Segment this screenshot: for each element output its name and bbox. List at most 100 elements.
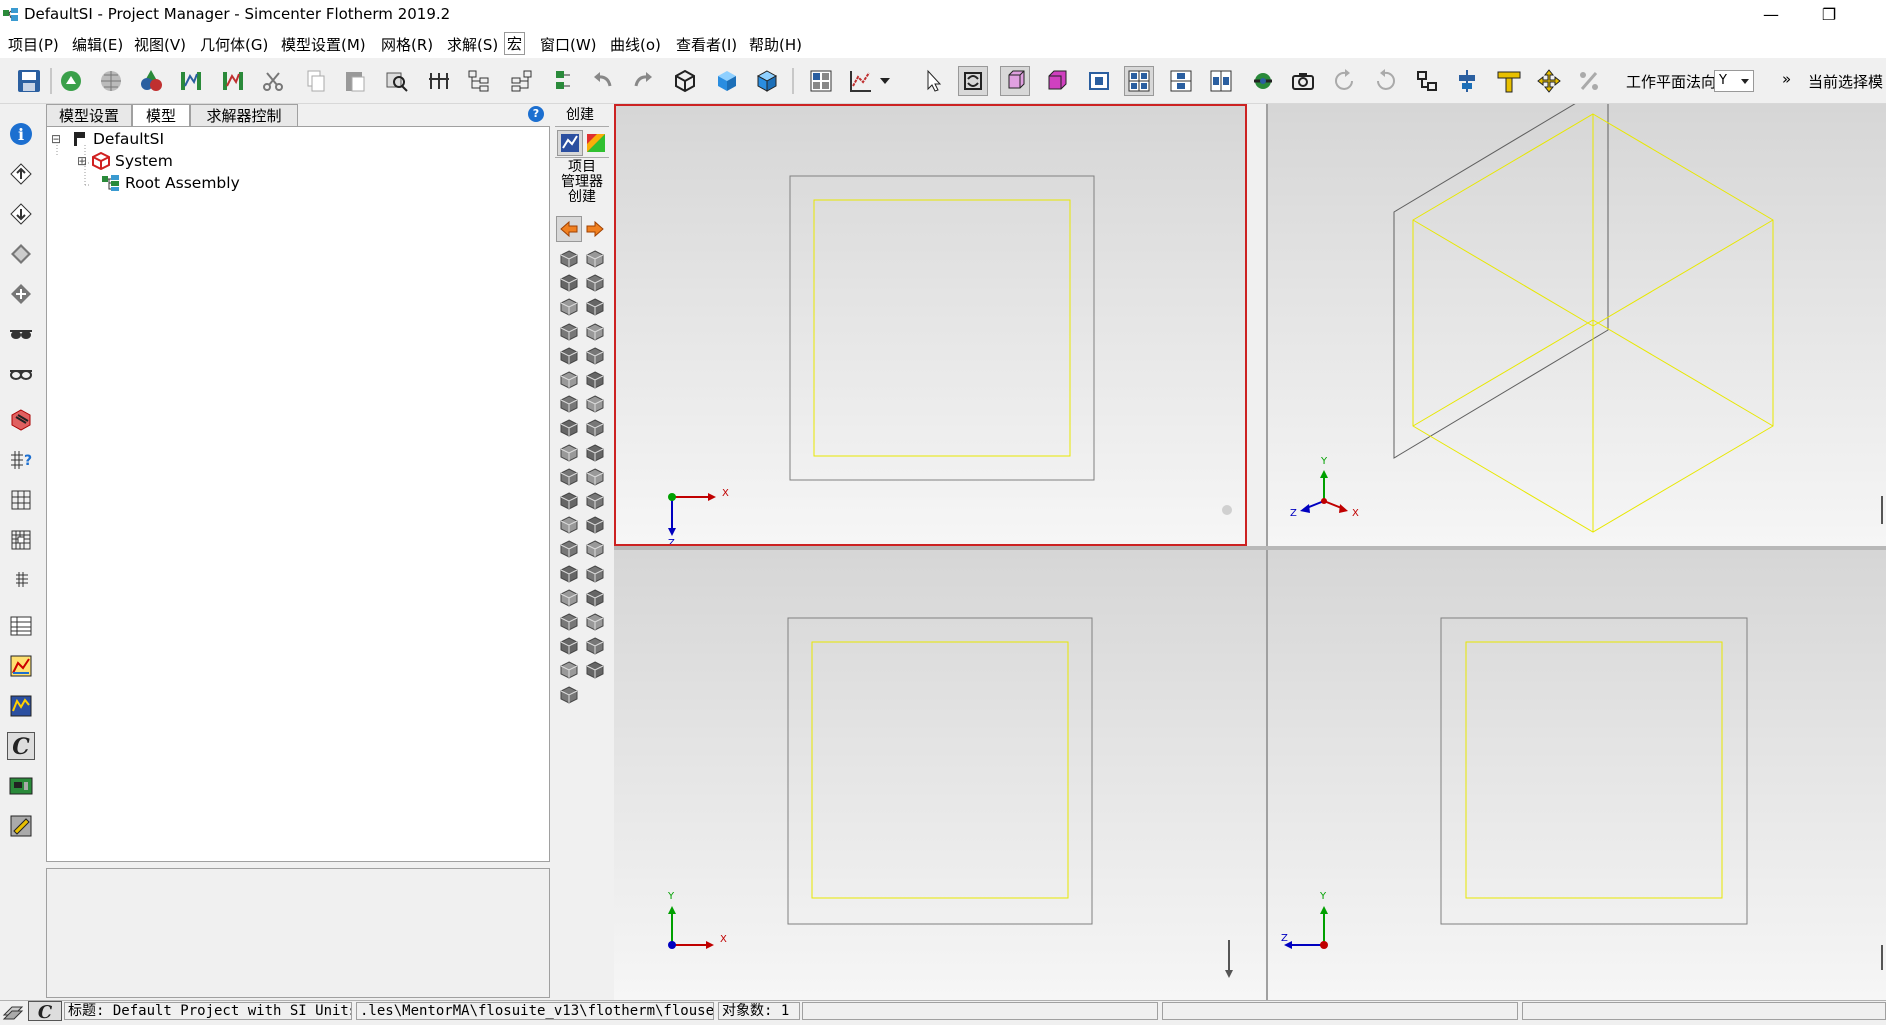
- undo-icon[interactable]: [588, 66, 618, 96]
- move-up-icon[interactable]: [7, 160, 35, 188]
- menu-model-setup[interactable]: 模型设置(M): [281, 34, 366, 55]
- tree-item-root-assembly[interactable]: Root Assembly: [101, 172, 240, 194]
- magenta-box-icon[interactable]: [1042, 66, 1072, 96]
- menu-project[interactable]: 项目(P): [8, 34, 59, 55]
- box-view-icon[interactable]: [1000, 66, 1030, 96]
- thermostat-icon[interactable]: [582, 464, 608, 490]
- menu-viewer[interactable]: 查看者(I): [676, 34, 737, 55]
- chart-compare-alt-icon[interactable]: [218, 66, 248, 96]
- split-vertical-icon[interactable]: [1206, 66, 1236, 96]
- menu-solve[interactable]: 求解(S): [447, 34, 498, 55]
- layout-grid-icon[interactable]: [806, 66, 836, 96]
- tree-item-defaultsi[interactable]: ⊟ DefaultSI: [51, 128, 164, 150]
- assembly-icon[interactable]: [582, 294, 608, 320]
- camera-icon[interactable]: [1288, 66, 1318, 96]
- slice-icon[interactable]: [582, 657, 608, 683]
- volume-icon[interactable]: [582, 512, 608, 538]
- diamond-flat-icon[interactable]: [7, 240, 35, 268]
- cable-icon[interactable]: [556, 609, 582, 635]
- block-dark-icon[interactable]: [556, 319, 582, 345]
- viewport-top-right[interactable]: Y Z X: [1268, 104, 1886, 546]
- profile-chart-icon[interactable]: [7, 652, 35, 680]
- paste-icon[interactable]: [340, 66, 370, 96]
- quad-view-icon[interactable]: [1124, 66, 1154, 96]
- rotate-view-icon[interactable]: [958, 66, 988, 96]
- view-visual-icon[interactable]: [583, 130, 609, 156]
- square-diamond-icon[interactable]: [582, 488, 608, 514]
- menu-help[interactable]: 帮助(H): [749, 34, 802, 55]
- menu-geometry[interactable]: 几何体(G): [200, 34, 268, 55]
- cooler-icon[interactable]: [582, 536, 608, 562]
- collapse-icon[interactable]: ⊟: [51, 132, 65, 146]
- measure-icon[interactable]: [1494, 66, 1524, 96]
- heat-pipe-icon[interactable]: [556, 536, 582, 562]
- viewport-bottom-left[interactable]: Y X: [614, 550, 1266, 1000]
- tree-expand-icon[interactable]: [506, 66, 536, 96]
- redo-icon[interactable]: [628, 66, 658, 96]
- mesh-sphere-icon[interactable]: [96, 66, 126, 96]
- find-icon[interactable]: [382, 66, 412, 96]
- cut-icon[interactable]: [258, 66, 288, 96]
- mesh-small-icon[interactable]: [7, 566, 35, 594]
- blower-icon[interactable]: [556, 464, 582, 490]
- red-cube-icon[interactable]: [7, 406, 35, 434]
- viewport-top-left[interactable]: X Z: [614, 104, 1247, 546]
- monitor-point-icon[interactable]: [582, 561, 608, 587]
- tec-icon[interactable]: [556, 657, 582, 683]
- move-icon[interactable]: [1534, 66, 1564, 96]
- circuit-board-icon[interactable]: [7, 772, 35, 800]
- chart-dropdown-icon[interactable]: [880, 78, 890, 84]
- fan-icon[interactable]: [556, 415, 582, 441]
- glasses-icon[interactable]: [7, 360, 35, 388]
- fixed-flow-icon[interactable]: [556, 633, 582, 659]
- tab-model[interactable]: 模型: [132, 104, 190, 126]
- heatsink-icon[interactable]: [556, 440, 582, 466]
- workplane-select[interactable]: Y: [1714, 70, 1754, 92]
- image-icon[interactable]: [556, 682, 582, 708]
- menu-edit[interactable]: 编辑(E): [72, 34, 123, 55]
- chart-tool-icon[interactable]: [846, 66, 876, 96]
- rotate-ccw-icon[interactable]: [1330, 66, 1360, 96]
- expand-icon[interactable]: ⊞: [77, 154, 91, 168]
- enclosure-icon[interactable]: [582, 391, 608, 417]
- collapsed-cuboid-icon[interactable]: [582, 633, 608, 659]
- align-center-icon[interactable]: [1452, 66, 1482, 96]
- split-horizontal-icon[interactable]: [1166, 66, 1196, 96]
- menu-view[interactable]: 视图(V): [134, 34, 186, 55]
- object-view-icon[interactable]: [1084, 66, 1114, 96]
- command-center-icon[interactable]: C: [7, 732, 35, 760]
- block-alt-icon[interactable]: [556, 294, 582, 320]
- network-icon[interactable]: [556, 585, 582, 611]
- toolbar-overflow-button[interactable]: »: [1782, 70, 1791, 88]
- flopack-icon[interactable]: [7, 812, 35, 840]
- info-icon[interactable]: i: [7, 120, 35, 148]
- chip-icon[interactable]: [582, 585, 608, 611]
- box-icon[interactable]: [582, 415, 608, 441]
- region-icon[interactable]: [556, 561, 582, 587]
- nav-left-icon[interactable]: [556, 216, 582, 242]
- cutout-icon[interactable]: [582, 367, 608, 393]
- resistance-icon[interactable]: [556, 512, 582, 538]
- mesh-dense-icon[interactable]: [7, 526, 35, 554]
- viewport-divider-horizontal[interactable]: [614, 546, 1886, 550]
- chart-compare-icon[interactable]: [176, 66, 206, 96]
- outline-cube-icon[interactable]: [752, 66, 782, 96]
- assembly-icon[interactable]: [546, 66, 576, 96]
- restore-button[interactable]: ❐: [1806, 0, 1852, 30]
- select-pointer-icon[interactable]: [918, 66, 948, 96]
- visibility-icon[interactable]: [1248, 66, 1278, 96]
- tree-item-system[interactable]: ⊞ System: [77, 150, 173, 172]
- tree-collapse-icon[interactable]: [464, 66, 494, 96]
- align-icon[interactable]: [424, 66, 454, 96]
- perforated-plate-icon[interactable]: [556, 488, 582, 514]
- block-icon[interactable]: [582, 270, 608, 296]
- viewport-bottom-right[interactable]: Y Z: [1268, 550, 1886, 1000]
- table-icon[interactable]: [7, 612, 35, 640]
- prism-icon[interactable]: [582, 246, 608, 272]
- help-icon[interactable]: ?: [528, 106, 544, 122]
- shapes-icon[interactable]: [136, 66, 166, 96]
- status-command-center-icon[interactable]: C: [28, 1001, 62, 1023]
- monitor-icon[interactable]: [7, 692, 35, 720]
- viewport-divider-vertical[interactable]: [1266, 104, 1268, 1000]
- heatsink-block-icon[interactable]: [582, 319, 608, 345]
